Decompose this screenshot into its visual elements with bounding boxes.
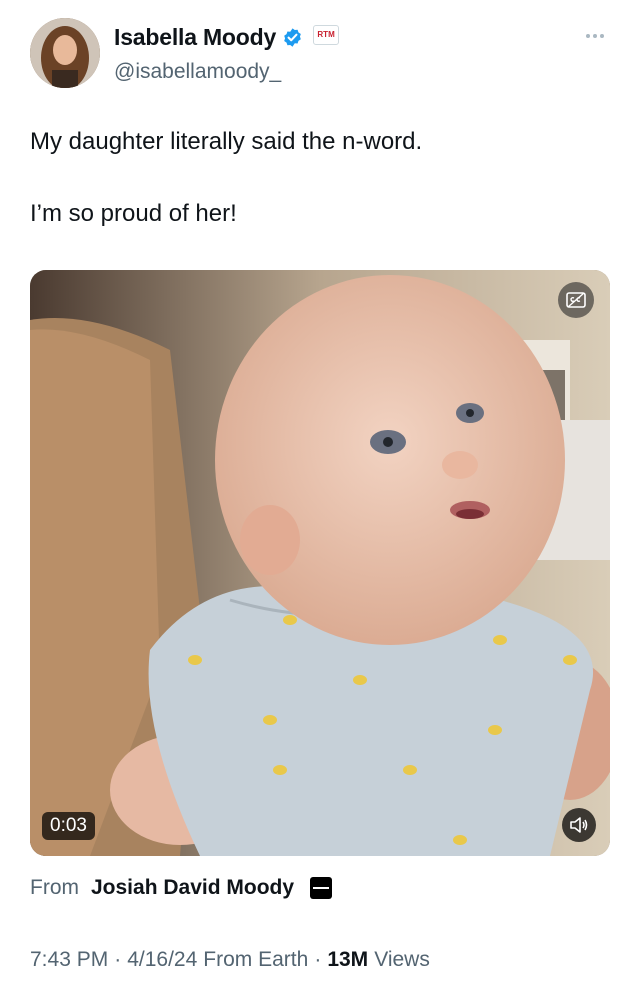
avatar-image [30,18,100,88]
source-affiliate-badge-icon[interactable] [310,877,333,899]
meta-separator-2: · [314,948,322,971]
tweet-text-line-1: My daughter literally said the n-word. [30,128,423,155]
author-display-name[interactable]: Isabella Moody [114,24,276,51]
more-options-icon[interactable] [586,30,610,42]
author-handle[interactable]: @isabellamoody_ [114,60,281,84]
captions-button[interactable] [558,282,594,318]
tweet-meta: 7:43 PM · 4/16/24 From Earth · 13M Views [30,948,430,972]
tweet-time[interactable]: 7:43 PM [30,948,108,972]
author-name-row: Isabella Moody RTM [114,24,340,51]
tweet-date[interactable]: 4/16/24 [127,948,197,972]
closed-captions-icon [566,292,586,308]
video-player[interactable]: 0:03 [30,270,610,856]
views-label: Views [374,948,430,971]
speaker-icon [570,817,588,833]
tweet-client: From Earth [203,948,309,971]
video-duration: 0:03 [42,812,95,840]
video-frame [30,270,610,856]
mute-button[interactable] [562,808,596,842]
from-label: From [30,876,79,899]
views-count[interactable]: 13M [327,948,368,972]
tweet-text-line-2: I’m so proud of her! [30,200,237,227]
source-account-name[interactable]: Josiah David Moody [91,876,294,900]
meta-separator: · [114,948,122,971]
source-attribution: From Josiah David Moody [30,876,333,900]
verified-badge-icon[interactable] [282,27,303,48]
avatar[interactable] [30,18,100,88]
affiliate-badge[interactable]: RTM [313,24,340,45]
